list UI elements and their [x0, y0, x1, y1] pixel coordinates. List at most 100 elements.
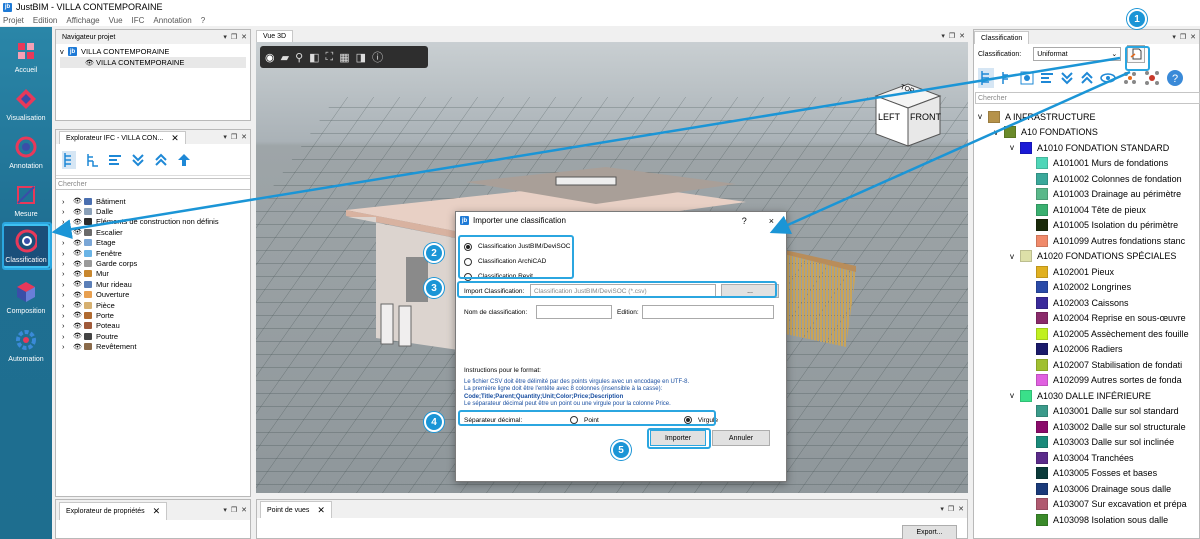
rail-automation[interactable]: Automation: [2, 321, 50, 365]
expander-icon[interactable]: ›: [62, 269, 70, 278]
eye-icon[interactable]: 👁: [73, 332, 82, 340]
restore-icon[interactable]: ❐: [1180, 33, 1186, 41]
classification-select[interactable]: Uniformat ⌄: [1033, 47, 1122, 61]
menu-projet[interactable]: Projet: [3, 16, 24, 25]
expander-icon[interactable]: ›: [62, 321, 70, 330]
classification-item[interactable]: A101099 Autres fondations stanc: [974, 233, 1199, 249]
tree-item[interactable]: › 👁 Garde corps: [62, 258, 250, 268]
collapse-all-icon[interactable]: [1080, 71, 1094, 85]
classification-item[interactable]: A103003 Dalle sur sol inclinée: [974, 435, 1199, 451]
collapse-all-icon[interactable]: [154, 153, 168, 167]
eye-icon[interactable]: 👁: [73, 301, 82, 309]
tree-item[interactable]: › 👁 Escalier: [62, 227, 250, 237]
classification-item[interactable]: A103004 Tranchées: [974, 450, 1199, 466]
close-icon[interactable]: ✕: [241, 133, 247, 141]
classification-item[interactable]: A101002 Colonnes de fondation: [974, 171, 1199, 187]
eye-icon[interactable]: 👁: [73, 249, 82, 257]
classification-item[interactable]: A102005 Assèchement des fouille: [974, 326, 1199, 342]
classification-item[interactable]: A102002 Longrines: [974, 280, 1199, 296]
classification-item[interactable]: v A1020 FONDATIONS SPÉCIALES: [974, 249, 1199, 265]
expander-icon[interactable]: ›: [62, 238, 70, 247]
eye-icon[interactable]: 👁: [73, 322, 82, 330]
export-button[interactable]: Export...: [902, 525, 957, 539]
restore-icon[interactable]: ❐: [231, 506, 237, 514]
classification-item[interactable]: v A10 FONDATIONS: [974, 125, 1199, 141]
expander-icon[interactable]: v: [1010, 391, 1020, 400]
cube-view-icon[interactable]: ▰: [281, 51, 289, 64]
classification-item[interactable]: v A1010 FONDATION STANDARD: [974, 140, 1199, 156]
classification-item[interactable]: A101003 Drainage au périmètre: [974, 187, 1199, 203]
expander-icon[interactable]: ›: [62, 301, 70, 310]
expander-icon[interactable]: ›: [62, 342, 70, 351]
visibility-icon[interactable]: [1100, 71, 1116, 85]
classification-item[interactable]: A103005 Fosses et bases: [974, 466, 1199, 482]
classification-item[interactable]: v A1030 DALLE INFÉRIEURE: [974, 388, 1199, 404]
eye-icon[interactable]: 👁: [73, 280, 82, 288]
expander-icon[interactable]: ›: [62, 228, 70, 237]
tree-item[interactable]: › 👁 Revêtement: [62, 341, 250, 351]
help-button[interactable]: ?: [742, 216, 747, 226]
section-icon[interactable]: ◧: [309, 51, 319, 64]
classification-item[interactable]: A101005 Isolation du périmètre: [974, 218, 1199, 234]
hierarchy-icon[interactable]: [1000, 71, 1014, 85]
classification-item[interactable]: A101004 Tête de pieux: [974, 202, 1199, 218]
restore-icon[interactable]: ❐: [231, 133, 237, 141]
pin-icon[interactable]: ⚲: [295, 51, 303, 64]
close-icon[interactable]: ✕: [958, 505, 964, 513]
tab-viewpoints[interactable]: Point de vues ✕: [260, 501, 332, 518]
float-icon[interactable]: ▾: [1172, 33, 1176, 41]
eye-icon[interactable]: 👁: [73, 311, 82, 319]
tree-item[interactable]: › 👁 Eléments de construction non définis: [62, 217, 250, 227]
fit-view-icon[interactable]: ⛶: [326, 51, 334, 64]
menu-annotation[interactable]: Annotation: [153, 16, 191, 25]
tree-view-icon[interactable]: [62, 150, 76, 169]
classification-item[interactable]: A102099 Autres sortes de fonda: [974, 373, 1199, 389]
classification-search-input[interactable]: Chercher: [975, 92, 1200, 104]
float-icon[interactable]: ▾: [223, 506, 227, 514]
rail-visualisation[interactable]: Visualisation: [2, 80, 50, 124]
expander-icon[interactable]: ›: [62, 311, 70, 320]
tab-ifc-explorer[interactable]: Explorateur IFC - VILLA CON... ✕: [59, 131, 186, 144]
expander-icon[interactable]: ›: [62, 290, 70, 299]
project-root[interactable]: v jb VILLA CONTEMPORAINE: [60, 46, 246, 57]
info-icon[interactable]: ⓘ: [372, 49, 383, 65]
target-icon[interactable]: [1020, 71, 1034, 85]
color-dots-icon[interactable]: [1122, 70, 1138, 86]
close-icon[interactable]: ✕: [153, 506, 161, 517]
expander-icon[interactable]: v: [978, 112, 988, 121]
tree-item[interactable]: › 👁 Poteau: [62, 321, 250, 331]
eye-icon[interactable]: 👁: [73, 343, 82, 351]
door-icon[interactable]: ◨: [356, 51, 366, 64]
classification-item[interactable]: A103098 Isolation sous dalle: [974, 512, 1199, 528]
classification-item[interactable]: A102001 Pieux: [974, 264, 1199, 280]
ifc-search-input[interactable]: Chercher: [56, 178, 250, 190]
expander-icon[interactable]: v: [1010, 143, 1020, 152]
layers-icon[interactable]: ▦: [339, 51, 349, 64]
list-icon[interactable]: [1040, 71, 1054, 85]
classification-item[interactable]: A102004 Reprise en sous-œuvre: [974, 311, 1199, 327]
close-icon[interactable]: ✕: [1190, 33, 1196, 41]
classification-item[interactable]: A103006 Drainage sous dalle: [974, 481, 1199, 497]
menu-affichage[interactable]: Affichage: [66, 16, 99, 25]
tree-item[interactable]: › 👁 Pièce: [62, 300, 250, 310]
expander-icon[interactable]: ›: [62, 217, 70, 226]
rail-accueil[interactable]: Accueil: [2, 32, 50, 76]
tree-item[interactable]: › 👁 Bâtiment: [62, 196, 250, 206]
tree-view-icon[interactable]: [978, 68, 994, 88]
network-icon[interactable]: [1144, 70, 1160, 86]
eye-icon[interactable]: 👁: [73, 239, 82, 247]
tree-item[interactable]: › 👁 Mur: [62, 269, 250, 279]
rail-mesure[interactable]: Mesure: [2, 176, 50, 220]
tree-item[interactable]: › 👁 Etage: [62, 238, 250, 248]
eye-icon[interactable]: 👁: [73, 270, 82, 278]
eye-icon[interactable]: 👁: [85, 59, 94, 67]
expander-icon[interactable]: ›: [62, 207, 70, 216]
tree-item[interactable]: › 👁 Poutre: [62, 331, 250, 341]
eye-icon[interactable]: 👁: [73, 291, 82, 299]
classification-item[interactable]: vA INFRASTRUCTURE: [974, 109, 1199, 125]
float-icon[interactable]: ▾: [941, 32, 945, 40]
expander-icon[interactable]: v: [1010, 252, 1020, 261]
classification-item[interactable]: A102006 Radiers: [974, 342, 1199, 358]
edition-input[interactable]: [642, 305, 774, 319]
classification-item[interactable]: A101001 Murs de fondations: [974, 156, 1199, 172]
